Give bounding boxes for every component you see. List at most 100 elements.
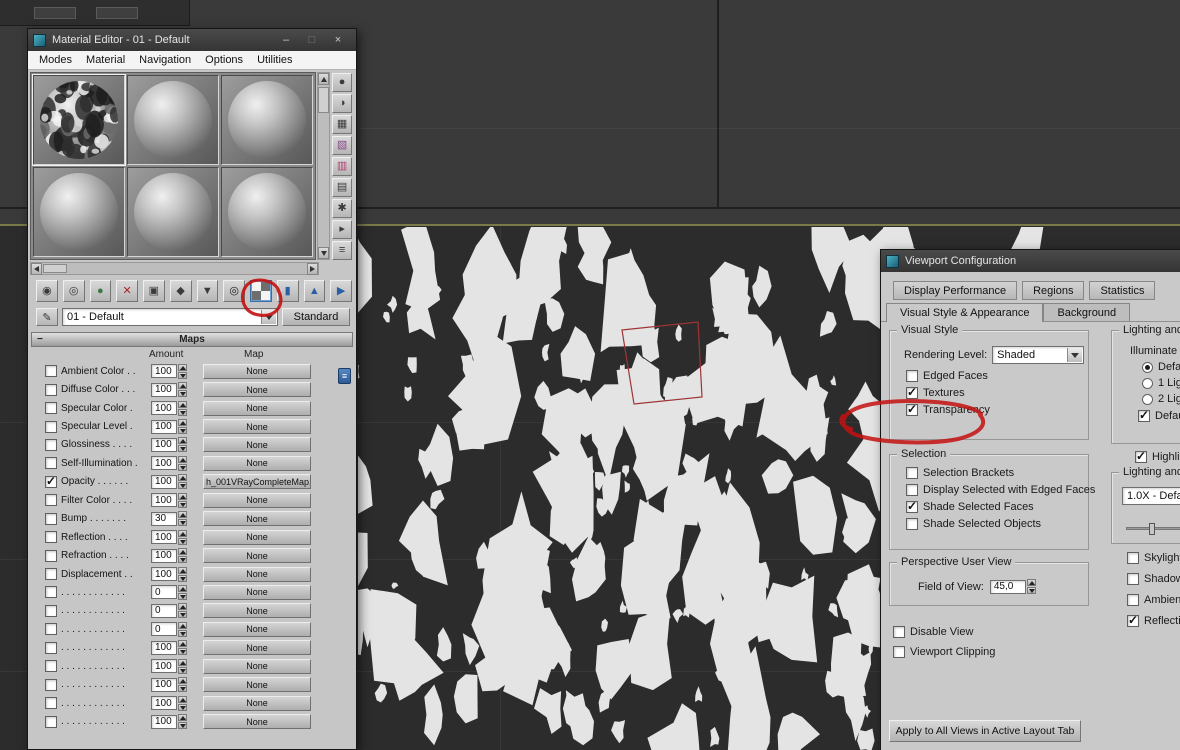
- check-shadows-box[interactable]: [1127, 573, 1139, 585]
- spin-up-button[interactable]: [178, 511, 187, 519]
- radio-2-light-circle[interactable]: [1142, 393, 1153, 405]
- map-row-10-spinner[interactable]: [178, 529, 187, 545]
- map-row-20-map-button[interactable]: None: [203, 714, 311, 730]
- make-unique-icon[interactable]: ◆: [169, 280, 192, 302]
- check-textures-box[interactable]: [906, 385, 918, 399]
- spin-down-button[interactable]: [178, 592, 187, 600]
- material-map-navigator-icon[interactable]: ≡: [332, 241, 353, 260]
- map-row-10-checkbox[interactable]: [45, 531, 57, 544]
- map-row-12-amount[interactable]: 100: [151, 567, 177, 582]
- slider-thumb[interactable]: [1149, 523, 1155, 535]
- fov-spinner[interactable]: [1026, 579, 1036, 594]
- map-row-9-spinner[interactable]: [178, 511, 187, 527]
- close-button[interactable]: ×: [325, 32, 351, 48]
- map-row-12-spinner[interactable]: [178, 566, 187, 582]
- minimize-button[interactable]: –: [273, 32, 299, 48]
- map-row-2-checkbox[interactable]: [45, 383, 57, 396]
- map-row-12-map-button[interactable]: None: [203, 566, 311, 582]
- select-by-material-icon[interactable]: ▸: [332, 220, 353, 239]
- check-viewport-clipping[interactable]: Viewport Clipping: [893, 646, 995, 658]
- spin-up-button[interactable]: [178, 437, 187, 445]
- map-row-13-amount[interactable]: 0: [151, 585, 177, 600]
- map-row-17-amount[interactable]: 100: [151, 659, 177, 674]
- map-row-6-spinner[interactable]: [178, 455, 187, 471]
- map-row-7-spinner[interactable]: [178, 474, 187, 490]
- map-row-7-checkbox[interactable]: [45, 474, 57, 488]
- map-row-9-map-button[interactable]: None: [203, 511, 311, 527]
- scroll-down-button[interactable]: [318, 247, 330, 259]
- radio-1-light[interactable]: 1 Light: [1142, 377, 1180, 389]
- spin-up-button[interactable]: [178, 455, 187, 463]
- spin-down-button[interactable]: [178, 482, 187, 490]
- map-row-8-amount[interactable]: 100: [151, 493, 177, 508]
- check-shade-selected-objects[interactable]: Shade Selected Objects: [906, 518, 1088, 530]
- spin-up-button[interactable]: [178, 640, 187, 648]
- scroll-right-button[interactable]: [307, 262, 318, 275]
- map-row-11-amount[interactable]: 100: [151, 548, 177, 563]
- spin-down-button[interactable]: [178, 537, 187, 545]
- dropdown-arrow-button[interactable]: [1067, 348, 1083, 362]
- check-highlights[interactable]: Highlights: [1135, 449, 1180, 463]
- spin-up-button[interactable]: [178, 400, 187, 408]
- map-row-13-checkbox[interactable]: [45, 586, 57, 599]
- check-shade-selected-objects-box[interactable]: [906, 518, 918, 530]
- map-row-1-checkbox[interactable]: [45, 365, 57, 378]
- menu-utilities[interactable]: Utilities: [250, 54, 299, 66]
- map-row-3-checkbox[interactable]: [45, 402, 57, 415]
- check-disable-view[interactable]: Disable View: [893, 626, 995, 638]
- map-row-12-checkbox[interactable]: [45, 568, 57, 581]
- map-row-18-amount[interactable]: 100: [151, 677, 177, 692]
- map-row-3-amount[interactable]: 100: [151, 401, 177, 416]
- map-row-5-checkbox[interactable]: [45, 438, 57, 451]
- check-reflection-box[interactable]: [1127, 613, 1139, 627]
- spin-up-button[interactable]: [178, 566, 187, 574]
- spin-up-button[interactable]: [178, 584, 187, 592]
- tab-statistics[interactable]: Statistics: [1089, 281, 1156, 300]
- material-editor-titlebar[interactable]: Material Editor - 01 - Default – □ ×: [28, 29, 356, 51]
- material-slot-1[interactable]: [31, 74, 127, 166]
- tab-visual-style-appearance[interactable]: Visual Style & Appearance: [886, 303, 1044, 322]
- spin-down-button[interactable]: [1026, 587, 1036, 594]
- spin-down-button[interactable]: [178, 648, 187, 656]
- radio-2-light[interactable]: 2 Light: [1142, 393, 1180, 405]
- scroll-up-button[interactable]: [318, 73, 330, 85]
- map-row-3-spinner[interactable]: [178, 400, 187, 416]
- spin-up-button[interactable]: [178, 695, 187, 703]
- lighting-slider[interactable]: [1126, 523, 1180, 535]
- map-row-7-map-button[interactable]: h_001VRayCompleteMap.jpg): [203, 474, 311, 490]
- collapse-icon[interactable]: −: [37, 334, 43, 345]
- tab-regions[interactable]: Regions: [1022, 281, 1085, 300]
- scroll-thumb[interactable]: [43, 264, 67, 273]
- map-row-4-spinner[interactable]: [178, 419, 187, 435]
- scroll-thumb[interactable]: [318, 87, 330, 113]
- map-row-18-spinner[interactable]: [178, 677, 187, 693]
- map-row-2-amount[interactable]: 100: [151, 382, 177, 397]
- make-material-copy-icon[interactable]: ▣: [143, 280, 165, 302]
- spin-down-button[interactable]: [178, 574, 187, 582]
- map-row-15-map-button[interactable]: None: [203, 621, 311, 637]
- sample-type-icon[interactable]: ●: [332, 73, 353, 92]
- viewport-config-titlebar[interactable]: Viewport Configuration: [881, 250, 1180, 272]
- check-skylights[interactable]: Skylights: [1127, 552, 1180, 564]
- spin-up-button[interactable]: [1026, 579, 1036, 586]
- material-slot-4[interactable]: [33, 167, 126, 257]
- video-color-check-icon[interactable]: ▥: [332, 157, 353, 176]
- map-row-1-spinner[interactable]: [178, 363, 187, 379]
- radio-default-l-circle[interactable]: [1142, 361, 1153, 373]
- map-row-15-amount[interactable]: 0: [151, 622, 177, 637]
- check-textures[interactable]: Textures: [906, 385, 1088, 399]
- map-row-20-amount[interactable]: 100: [151, 714, 177, 729]
- material-slot-2[interactable]: [127, 75, 220, 165]
- map-row-11-spinner[interactable]: [178, 548, 187, 564]
- spin-down-button[interactable]: [178, 408, 187, 416]
- map-row-5-amount[interactable]: 100: [151, 437, 177, 452]
- spin-down-button[interactable]: [178, 556, 187, 564]
- check-reflection[interactable]: Reflection: [1127, 613, 1180, 627]
- map-row-11-checkbox[interactable]: [45, 549, 57, 562]
- check-disable-view-box[interactable]: [893, 626, 905, 638]
- pick-material-button[interactable]: ✎: [36, 308, 58, 326]
- put-material-to-scene-icon[interactable]: ◎: [62, 280, 85, 302]
- spin-down-button[interactable]: [178, 390, 187, 398]
- spin-up-button[interactable]: [178, 419, 187, 427]
- background-icon[interactable]: ▦: [332, 115, 353, 134]
